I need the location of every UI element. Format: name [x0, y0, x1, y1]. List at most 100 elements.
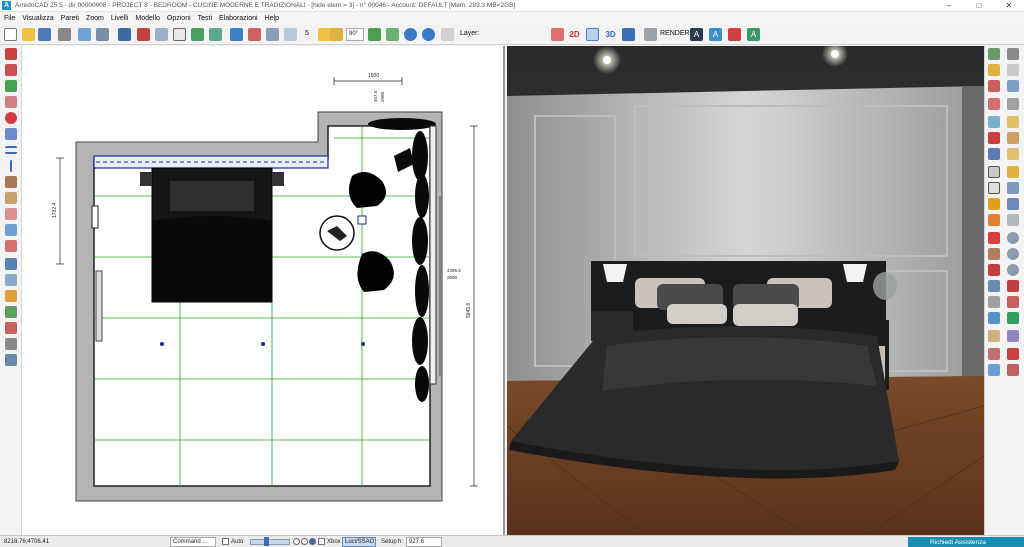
- bookmark-icon[interactable]: [988, 348, 1000, 360]
- radio-2[interactable]: [301, 538, 308, 545]
- setup-button[interactable]: Setup: [381, 537, 397, 547]
- move-cross-icon[interactable]: [5, 64, 17, 76]
- minimize-icon[interactable]: –: [934, 0, 964, 12]
- open-folder-icon[interactable]: [22, 28, 35, 41]
- chart-icon[interactable]: [5, 290, 17, 302]
- redo-icon[interactable]: [422, 28, 435, 41]
- hook-icon[interactable]: [1007, 214, 1019, 226]
- view-icon[interactable]: [96, 28, 109, 41]
- cross-tool-icon[interactable]: [988, 264, 1000, 276]
- cube-yellow-icon[interactable]: [988, 198, 1000, 210]
- export-icon[interactable]: A: [747, 28, 760, 41]
- export-right-icon[interactable]: [988, 364, 1000, 376]
- assistance-button[interactable]: Richiedi Assistenza: [908, 537, 1024, 547]
- rotate-tool-icon[interactable]: [5, 80, 17, 92]
- snap-icon[interactable]: [368, 28, 381, 41]
- camera-icon[interactable]: [988, 132, 1000, 144]
- wall-segment-icon[interactable]: [5, 176, 17, 188]
- close-icon[interactable]: ✕: [994, 0, 1024, 12]
- cube-green-icon[interactable]: [191, 28, 204, 41]
- luci-ssao-button[interactable]: Luci/SSAO: [342, 537, 376, 547]
- cube-red-icon[interactable]: [137, 28, 150, 41]
- shield-icon[interactable]: [988, 312, 1000, 324]
- stairs-icon[interactable]: [988, 98, 1000, 110]
- zoom-in-icon[interactable]: [1007, 248, 1019, 260]
- layer-icon[interactable]: [441, 28, 454, 41]
- save-icon[interactable]: [38, 28, 51, 41]
- flip-icon[interactable]: [988, 280, 1000, 292]
- step-value[interactable]: 5: [305, 30, 309, 37]
- ok-icon[interactable]: [1007, 312, 1019, 324]
- lamp-icon[interactable]: [1007, 116, 1019, 128]
- grid-icon[interactable]: [284, 28, 297, 41]
- stack-icon[interactable]: [5, 258, 17, 270]
- cube-red-right-icon[interactable]: [988, 232, 1000, 244]
- radio-1[interactable]: [293, 538, 300, 545]
- axis-icon[interactable]: [988, 148, 1000, 160]
- radio-3-selected[interactable]: [309, 538, 316, 545]
- slider-track[interactable]: [250, 539, 290, 545]
- new-file-icon[interactable]: [4, 28, 17, 41]
- menu-help[interactable]: Help: [265, 15, 279, 22]
- cube-outline-right-icon[interactable]: [988, 166, 1000, 178]
- search-icon[interactable]: [1007, 232, 1019, 244]
- auto-checkbox[interactable]: [222, 538, 229, 545]
- menu-pareti[interactable]: Pareti: [61, 15, 79, 22]
- xbox-checkbox[interactable]: [318, 538, 325, 545]
- menu-zoom[interactable]: Zoom: [86, 15, 104, 22]
- group-icon[interactable]: [988, 330, 1000, 342]
- print-plan-icon[interactable]: [5, 354, 17, 366]
- ai-icon[interactable]: A: [690, 28, 703, 41]
- info-icon[interactable]: [5, 224, 17, 236]
- texture-icon[interactable]: [1007, 132, 1019, 144]
- maximize-icon[interactable]: □: [964, 0, 994, 12]
- light-icon[interactable]: [988, 116, 1000, 128]
- view-options-icon[interactable]: [1007, 48, 1019, 60]
- h-value-field[interactable]: 927.6: [406, 537, 442, 547]
- cube-outline-icon[interactable]: [173, 28, 186, 41]
- settings-icon[interactable]: [5, 338, 17, 350]
- mode-3d-button[interactable]: 3D: [603, 28, 618, 41]
- window-icon[interactable]: [1007, 80, 1019, 92]
- menu-modello[interactable]: Modello: [135, 15, 160, 22]
- list-icon[interactable]: [5, 306, 17, 318]
- monitor-icon[interactable]: [622, 28, 635, 41]
- zoom-out-icon[interactable]: [1007, 264, 1019, 276]
- brush-icon[interactable]: [1007, 182, 1019, 194]
- layers-right-icon[interactable]: [1007, 330, 1019, 342]
- menu-file[interactable]: File: [4, 15, 15, 22]
- folder-right-icon[interactable]: [1007, 148, 1019, 160]
- video-icon[interactable]: [728, 28, 741, 41]
- parallel-lines-icon[interactable]: [5, 146, 17, 154]
- column-icon[interactable]: [1007, 98, 1019, 110]
- zoom-icon[interactable]: [78, 28, 91, 41]
- material-icon[interactable]: [266, 28, 279, 41]
- plan-view-2d[interactable]: 1500 457.5 2600 1732.4 5945.6 4395.6 260…: [22, 46, 505, 535]
- catalog-icon[interactable]: [988, 48, 1000, 60]
- door-icon[interactable]: [988, 80, 1000, 92]
- render-icon[interactable]: [644, 28, 657, 41]
- menu-testi[interactable]: Testi: [198, 15, 212, 22]
- mirror-icon[interactable]: [5, 128, 17, 140]
- eraser-icon[interactable]: [5, 96, 17, 108]
- object-tool-icon[interactable]: [248, 28, 261, 41]
- edit-icon[interactable]: [5, 208, 17, 220]
- text-icon[interactable]: A: [709, 28, 722, 41]
- layers-icon[interactable]: [230, 28, 243, 41]
- undo-icon[interactable]: [404, 28, 417, 41]
- align-icon[interactable]: [386, 28, 399, 41]
- render-label[interactable]: RENDER: [660, 30, 690, 37]
- split-view-icon[interactable]: [586, 28, 599, 41]
- box-icon-right[interactable]: [988, 64, 1000, 76]
- move-tool-icon[interactable]: [5, 48, 17, 60]
- cube-blue-icon[interactable]: [155, 28, 168, 41]
- cube-light-icon[interactable]: [988, 182, 1000, 194]
- refresh-icon[interactable]: [5, 112, 17, 124]
- angle-select[interactable]: 90°: [346, 28, 364, 41]
- menu-opzioni[interactable]: Opzioni: [167, 15, 191, 22]
- wall-right-icon[interactable]: [988, 296, 1000, 308]
- delete-icon[interactable]: [1007, 280, 1019, 292]
- pen-icon[interactable]: [1007, 198, 1019, 210]
- paint-icon[interactable]: [5, 240, 17, 252]
- menu-livelli[interactable]: Livelli: [111, 15, 129, 22]
